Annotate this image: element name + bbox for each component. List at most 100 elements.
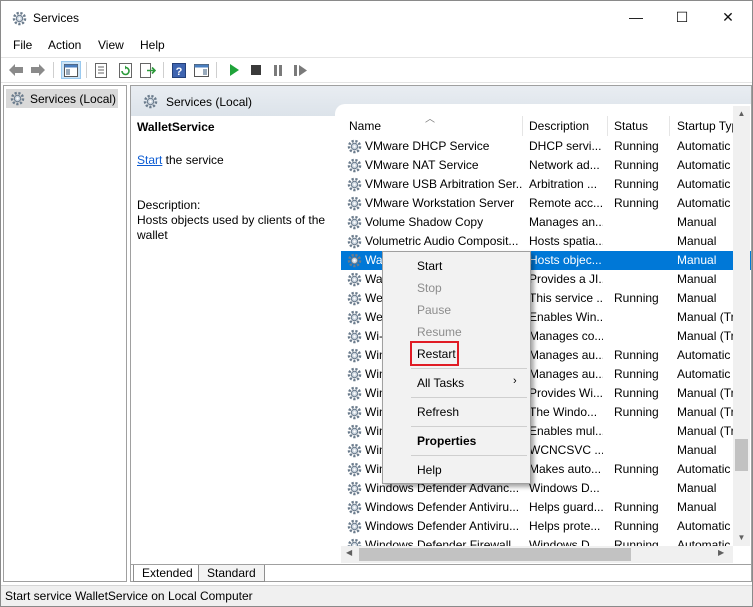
service-gear-icon <box>346 499 363 516</box>
help-icon[interactable]: ? <box>170 61 188 79</box>
horizontal-scrollbar[interactable]: ◀ ▶ <box>341 546 733 563</box>
table-row[interactable]: VMware NAT Service Network ad... Running Au… <box>341 156 751 175</box>
extended-description-panel: WalletService Start the service Descript… <box>131 116 339 556</box>
menu-separator <box>411 397 527 398</box>
service-description-cell: Provides a JI... <box>529 272 603 286</box>
horizontal-scroll-thumb[interactable] <box>359 548 631 561</box>
service-gear-icon <box>346 290 363 307</box>
scroll-right-icon[interactable]: ▶ <box>718 548 724 557</box>
column-header-status[interactable]: Status <box>608 116 670 136</box>
back-icon[interactable] <box>7 61 25 79</box>
description-label: Description: <box>137 198 201 212</box>
service-status-cell: Running <box>614 519 659 533</box>
service-description-cell: Enables mul... <box>529 424 603 438</box>
scroll-down-icon[interactable]: ▼ <box>733 533 750 542</box>
service-name-cell: Volumetric Audio Composit... <box>365 234 519 248</box>
service-status-cell <box>614 232 674 251</box>
service-description-cell: WCNCSVC ... <box>529 443 603 457</box>
refresh-icon[interactable] <box>116 61 134 79</box>
maximize-button[interactable]: ☐ <box>659 1 705 33</box>
service-description-cell: Manages au... <box>529 367 603 381</box>
service-description-cell: DHCP servi... <box>529 139 602 153</box>
menu-help[interactable]: Help <box>140 38 165 52</box>
service-gear-icon <box>346 537 363 546</box>
pane-title: Services (Local) <box>166 95 253 109</box>
selected-service-name: WalletService <box>137 120 215 134</box>
table-row[interactable]: Volume Shadow Copy Manages an... Manual <box>341 213 751 232</box>
table-row[interactable]: VMware DHCP Service DHCP servi... Running A… <box>341 137 751 156</box>
scroll-up-icon[interactable]: ▲ <box>733 109 750 118</box>
table-row[interactable]: Windows Defender Antiviru... Helps guard.… <box>341 498 751 517</box>
service-gear-icon <box>346 347 363 364</box>
service-status-cell: Running <box>614 177 659 191</box>
service-description-cell: This service ... <box>529 291 603 305</box>
service-status-cell: Running <box>614 386 659 400</box>
service-description-cell: Arbitration ... <box>529 177 598 191</box>
maximize-icon: ☐ <box>675 8 689 25</box>
menu-item-all-tasks[interactable]: All Tasks <box>417 374 464 392</box>
scroll-left-icon[interactable]: ◀ <box>346 548 352 557</box>
service-gear-icon <box>346 480 363 497</box>
service-status-cell <box>614 441 674 460</box>
start-service-line: Start the service <box>137 153 224 167</box>
menu-item-start[interactable]: Start <box>417 257 442 275</box>
title-bar: Services — ☐ ✕ <box>1 1 752 35</box>
column-header-name[interactable]: Name <box>341 116 523 136</box>
service-status-cell: Running <box>614 348 659 362</box>
tree-item-services-local[interactable]: Services (Local) <box>6 89 118 108</box>
table-row[interactable]: Windows Defender Firewall Windows D... Run… <box>341 536 751 546</box>
services-gear-icon <box>142 93 159 110</box>
menu-separator <box>411 455 527 456</box>
service-description-cell: Manages an... <box>529 215 603 229</box>
close-button[interactable]: ✕ <box>705 1 751 33</box>
properties-icon[interactable] <box>92 61 110 79</box>
table-row[interactable]: Windows Defender Antiviru... Helps prote.… <box>341 517 751 536</box>
pane-header: Services (Local) <box>131 86 751 116</box>
service-status-cell: Running <box>614 500 659 514</box>
service-gear-icon <box>346 518 363 535</box>
start-service-link[interactable]: Start <box>137 153 162 167</box>
services-window: Services — ☐ ✕ File Action View Help ? S… <box>0 0 753 607</box>
service-gear-icon <box>346 195 363 212</box>
service-gear-icon <box>346 138 363 155</box>
show-hide-action-pane-icon[interactable] <box>192 61 210 79</box>
table-row[interactable]: Volumetric Audio Composit... Hosts spatia… <box>341 232 751 251</box>
service-description-cell: Makes auto... <box>529 462 602 476</box>
show-hide-console-tree-icon[interactable] <box>61 61 81 79</box>
menu-action[interactable]: Action <box>48 38 81 52</box>
tab-extended[interactable]: Extended <box>133 565 202 582</box>
service-status-cell: Running <box>614 367 659 381</box>
table-row[interactable]: VMware USB Arbitration Ser... Arbitration… <box>341 175 751 194</box>
start-service-suffix: the service <box>162 153 224 167</box>
table-row[interactable]: VMware Workstation Server Remote acc... Ru… <box>341 194 751 213</box>
menu-item-help[interactable]: Help <box>417 461 442 479</box>
console-tree: Services (Local) <box>3 85 127 582</box>
menu-item-pause: Pause <box>417 303 452 317</box>
service-description-cell: Helps guard... <box>529 500 603 514</box>
export-list-icon[interactable] <box>139 61 157 79</box>
column-header-description[interactable]: Description <box>523 116 608 136</box>
stop-service-icon[interactable] <box>247 61 265 79</box>
start-service-icon[interactable] <box>225 61 243 79</box>
vertical-scrollbar[interactable]: ▲ ▼ <box>733 106 750 546</box>
menu-item-properties[interactable]: Properties <box>417 432 476 450</box>
menu-item-stop: Stop <box>417 281 442 295</box>
description-text: Hosts objects used by clients of the wal… <box>137 213 326 242</box>
menu-file[interactable]: File <box>13 38 32 52</box>
tab-standard[interactable]: Standard <box>198 565 265 582</box>
restart-service-icon[interactable] <box>291 61 309 79</box>
menu-view[interactable]: View <box>98 38 124 52</box>
service-description-cell: Network ad... <box>529 158 600 172</box>
service-name-cell: Windows Defender Antiviru... <box>365 519 520 533</box>
vertical-scroll-thumb[interactable] <box>735 439 748 471</box>
forward-icon[interactable] <box>29 61 47 79</box>
service-description-cell: Provides Wi... <box>529 386 603 400</box>
service-gear-icon <box>346 157 363 174</box>
menu-item-refresh[interactable]: Refresh <box>417 403 459 421</box>
service-gear-icon <box>346 214 363 231</box>
service-description-cell: Remote acc... <box>529 196 603 210</box>
service-status-cell: Running <box>614 405 659 419</box>
service-gear-icon <box>346 271 363 288</box>
pause-service-icon[interactable] <box>269 61 287 79</box>
minimize-button[interactable]: — <box>613 1 659 33</box>
